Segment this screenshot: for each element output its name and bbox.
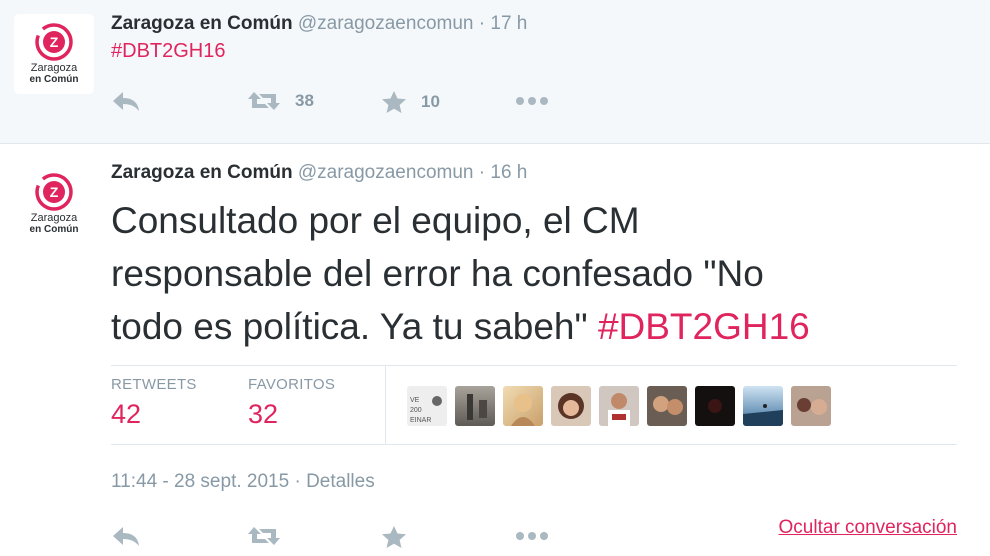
favoriter-avatar[interactable]: [455, 386, 495, 426]
tweet-text-line: responsable del error ha confesado "No: [111, 253, 764, 294]
svg-text:200: 200: [410, 407, 422, 414]
retweet-button[interactable]: [247, 525, 281, 547]
author-name[interactable]: Zaragoza en Común: [111, 13, 293, 34]
details-link[interactable]: Detalles: [306, 471, 375, 492]
tweet-permalink: Z Zaragoza en Común Zaragoza en Común @z…: [0, 144, 990, 556]
retweet-icon: [248, 92, 280, 110]
favorites-stat[interactable]: FAVORITOS 32: [248, 376, 335, 430]
favoriter-avatar[interactable]: [791, 386, 831, 426]
tweet-timestamp[interactable]: 11:44 - 28 sept. 2015: [111, 471, 289, 492]
svg-text:VE: VE: [410, 397, 420, 404]
hide-conversation-link[interactable]: Ocultar conversación: [779, 517, 957, 539]
author-handle[interactable]: @zaragozaencomun: [298, 13, 474, 34]
tweet-item[interactable]: Z Zaragoza en Común Zaragoza en Común @z…: [0, 0, 990, 144]
author-name[interactable]: Zaragoza en Común: [111, 162, 293, 183]
tweet-text-line: todo es política. Ya tu sabeh" #DBT2GH16: [111, 300, 971, 353]
favoriter-avatar[interactable]: [599, 386, 639, 426]
tweet-text-fragment: todo es política. Ya tu sabeh": [111, 306, 588, 347]
more-dots-icon: [516, 532, 548, 540]
tweet-actions: 38 10: [111, 90, 561, 114]
favorites-value: 32: [248, 399, 279, 429]
retweets-stat[interactable]: RETWEETS 42: [111, 376, 197, 430]
separator-dot: ·: [294, 471, 301, 492]
svg-text:Zaragoza: Zaragoza: [31, 212, 78, 224]
reply-icon: [113, 527, 139, 546]
reply-button[interactable]: [111, 90, 141, 112]
separator-dot: ·: [478, 162, 486, 183]
hashtag-link[interactable]: #DBT2GH16: [111, 40, 226, 63]
favorite-button[interactable]: 10: [381, 90, 440, 114]
avatar[interactable]: Z Zaragoza en Común: [14, 14, 94, 94]
separator-dot: ·: [478, 13, 486, 34]
favoriter-avatar[interactable]: [551, 386, 591, 426]
more-button[interactable]: [515, 96, 549, 106]
stats-divider: [385, 366, 386, 444]
more-button[interactable]: [515, 531, 549, 541]
tweet-text: Consultado por el equipo, el CM responsa…: [111, 194, 971, 353]
tweet-actions: [111, 525, 561, 549]
star-icon: [382, 91, 406, 113]
favorites-label: FAVORITOS: [248, 376, 336, 393]
reply-button[interactable]: [111, 525, 141, 547]
svg-text:en Común: en Común: [30, 224, 79, 235]
favoriter-avatar[interactable]: [503, 386, 543, 426]
more-dots-icon: [516, 97, 548, 105]
author-handle[interactable]: @zaragozaencomun: [298, 162, 474, 183]
tweet-time[interactable]: 17 h: [490, 13, 527, 34]
tweet-header: Zaragoza en Común @zaragozaencomun · 16 …: [111, 162, 527, 184]
avatar[interactable]: Z Zaragoza en Común: [14, 164, 94, 244]
tweet-text-line: Consultado por el equipo, el CM: [111, 200, 640, 241]
favoriter-avatar[interactable]: [647, 386, 687, 426]
favoriter-avatar[interactable]: [695, 386, 735, 426]
retweets-value: 42: [111, 399, 142, 429]
favoriter-avatar[interactable]: VE 200 EINAR: [407, 386, 447, 426]
hashtag-link[interactable]: #DBT2GH16: [598, 306, 810, 347]
tweet-time[interactable]: 16 h: [490, 162, 527, 183]
svg-text:EINAR: EINAR: [410, 417, 431, 424]
tweet-metadata: 11:44 - 28 sept. 2015 · Detalles: [111, 471, 375, 493]
favorite-button[interactable]: [381, 525, 407, 549]
svg-text:Z: Z: [50, 184, 59, 200]
retweet-count: 38: [295, 91, 314, 110]
svg-text:en Común: en Común: [30, 74, 79, 85]
svg-text:Zaragoza: Zaragoza: [31, 62, 78, 74]
favoriter-avatar[interactable]: [743, 386, 783, 426]
favoriter-avatars: VE 200 EINAR: [407, 386, 831, 426]
retweet-icon: [248, 527, 280, 545]
reply-icon: [113, 92, 139, 111]
favorite-count: 10: [421, 92, 440, 111]
tweet-header: Zaragoza en Común @zaragozaencomun · 17 …: [111, 13, 527, 35]
star-icon: [382, 526, 406, 548]
retweet-button[interactable]: 38: [247, 90, 314, 112]
svg-text:Z: Z: [50, 34, 59, 50]
tweet-stats: RETWEETS 42 FAVORITOS 32 VE 200 EINAR: [111, 365, 957, 445]
retweets-label: RETWEETS: [111, 376, 197, 393]
